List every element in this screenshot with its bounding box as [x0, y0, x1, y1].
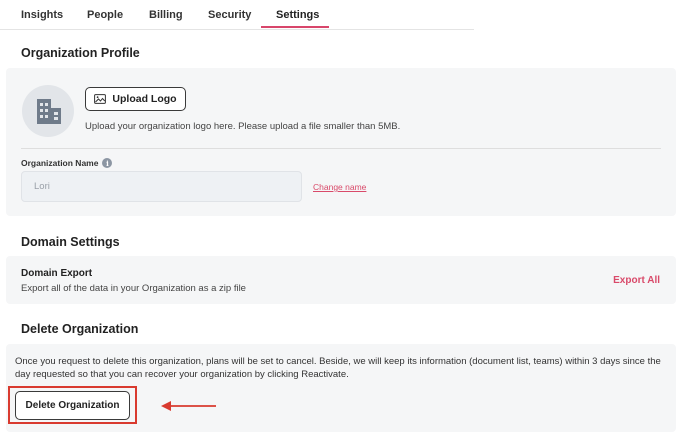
org-name-input[interactable] — [21, 171, 302, 202]
org-name-label: Organization Name i — [21, 158, 113, 168]
delete-org-title: Delete Organization — [21, 322, 139, 336]
tab-insights[interactable]: Insights — [21, 9, 63, 21]
tab-security[interactable]: Security — [208, 9, 251, 21]
upload-logo-label: Upload Logo — [112, 93, 177, 105]
domain-export-description: Export all of the data in your Organizat… — [21, 283, 246, 294]
info-icon[interactable]: i — [102, 158, 113, 168]
delete-organization-button[interactable]: Delete Organization — [15, 391, 130, 420]
building-icon — [37, 99, 61, 124]
tab-billing[interactable]: Billing — [149, 9, 183, 21]
settings-tabs: Insights People Billing Security Setting… — [0, 0, 474, 30]
change-name-link[interactable]: Change name — [313, 182, 366, 192]
tab-settings[interactable]: Settings — [276, 9, 319, 21]
active-tab-indicator — [261, 26, 329, 28]
org-name-label-text: Organization Name — [21, 158, 99, 168]
tab-people[interactable]: People — [87, 9, 123, 21]
upload-logo-button[interactable]: Upload Logo — [85, 87, 186, 111]
delete-org-description: Once you request to delete this organiza… — [15, 356, 661, 380]
annotation-arrow-icon — [161, 401, 216, 411]
domain-export-heading: Domain Export — [21, 268, 93, 279]
image-icon — [94, 94, 107, 104]
profile-divider — [21, 148, 661, 149]
export-all-link[interactable]: Export All — [613, 275, 660, 286]
upload-hint-text: Upload your organization logo here. Plea… — [85, 121, 401, 132]
domain-settings-title: Domain Settings — [21, 235, 120, 249]
domain-settings-panel — [6, 256, 676, 304]
org-avatar — [22, 85, 74, 137]
org-profile-title: Organization Profile — [21, 46, 140, 60]
